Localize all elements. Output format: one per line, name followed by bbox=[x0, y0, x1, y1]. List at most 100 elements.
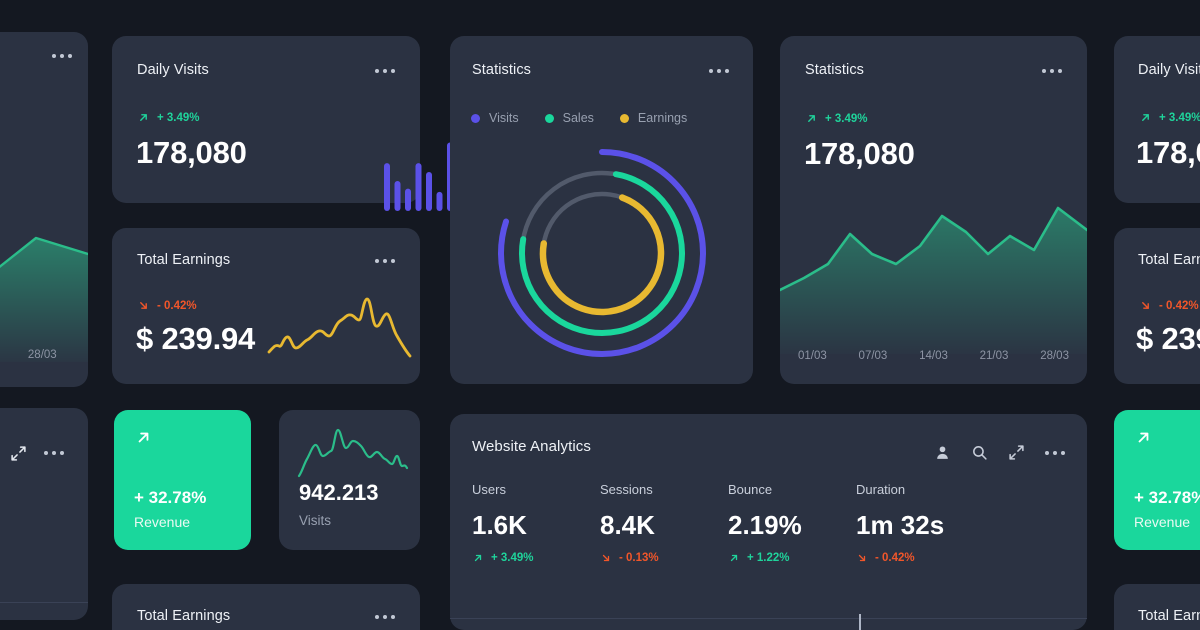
axis-tick: 01/03 bbox=[798, 350, 827, 362]
edge-right-daily-visits-card[interactable]: Daily Visit + 3.49% 178,0 bbox=[1114, 36, 1200, 203]
card-actions bbox=[934, 444, 1065, 461]
delta-value: + 3.49% bbox=[491, 552, 534, 564]
metric-value: 1m 32s bbox=[856, 510, 945, 540]
expand-icon[interactable] bbox=[1008, 444, 1025, 461]
metric-value: 8.4K bbox=[600, 510, 655, 540]
statistics-area-axis: 01/03 07/03 14/03 21/03 28/03 bbox=[780, 350, 1087, 362]
status-badge: - 0.13% bbox=[600, 552, 728, 564]
daily-visits-card[interactable]: Daily Visits + 3.49% 178,080 bbox=[112, 36, 516, 211]
legend-item-sales[interactable]: Sales bbox=[544, 111, 594, 125]
status-badge: + 3.49% bbox=[137, 111, 200, 124]
metric-duration: Duration 1m 32s - 0.42% bbox=[856, 482, 984, 564]
website-analytics-card[interactable]: Website Analytics Users 1.6K + 3.49% Ses… bbox=[450, 414, 1087, 630]
card-title: Total Earn bbox=[1138, 252, 1200, 268]
edge-left-statistics-card[interactable]: /03 28/03 bbox=[0, 32, 88, 387]
edge-right-total-earnings-card[interactable]: Total Earn - 0.42% $ 239 bbox=[1114, 228, 1200, 384]
card-title: Total Earnings bbox=[137, 252, 231, 268]
arrow-up-right-icon bbox=[140, 114, 147, 121]
delta-value: + 3.49% bbox=[157, 111, 200, 124]
edge-right-total-earnings-bottom-card[interactable]: Total Earn bbox=[1114, 584, 1200, 630]
chart-legend: Visits Sales Earnings bbox=[471, 111, 687, 125]
delta-value: + 3.49% bbox=[825, 112, 868, 125]
card-title: Website Analytics bbox=[472, 438, 591, 455]
legend-item-visits[interactable]: Visits bbox=[471, 111, 519, 125]
card-title: Daily Visits bbox=[137, 62, 209, 78]
delta-value: + 1.22% bbox=[747, 552, 790, 564]
chart-crosshair[interactable] bbox=[859, 614, 861, 630]
status-badge: - 0.42% bbox=[1139, 299, 1199, 312]
arrow-up-right-icon bbox=[730, 554, 738, 562]
metric-value: 178,080 bbox=[136, 135, 247, 170]
more-horizontal-icon[interactable] bbox=[709, 69, 729, 73]
delta-value: - 0.13% bbox=[619, 552, 659, 564]
legend-swatch-icon bbox=[471, 113, 480, 123]
delta-value: - 0.42% bbox=[875, 552, 915, 564]
revenue-tile[interactable]: + 32.78% Revenue bbox=[114, 410, 251, 550]
axis-tick: 07/03 bbox=[858, 350, 888, 362]
axis-tick: 14/03 bbox=[919, 350, 948, 362]
metric-value: 2.19% bbox=[728, 510, 802, 540]
metric-users: Users 1.6K + 3.49% bbox=[472, 482, 600, 564]
status-badge: - 0.42% bbox=[856, 552, 984, 564]
card-title: Statistics bbox=[805, 62, 865, 78]
delta-value: - 0.42% bbox=[1159, 299, 1199, 312]
more-horizontal-icon[interactable] bbox=[44, 451, 64, 455]
metric-value: 1.6K bbox=[472, 510, 527, 540]
axis-tick: 28/03 bbox=[1040, 350, 1069, 362]
visits-sparkline bbox=[297, 428, 409, 478]
metric-bounce: Bounce 2.19% + 1.22% bbox=[728, 482, 856, 564]
dashboard-canvas: /03 28/03 Daily Visits + 3.49% 178,080 bbox=[0, 0, 1200, 630]
more-horizontal-icon[interactable] bbox=[1042, 69, 1062, 73]
statistics-area-card[interactable]: Statistics + 3.49% 178,080 01/03 07/03 1… bbox=[780, 36, 1087, 384]
statistics-donut-chart bbox=[498, 149, 706, 357]
metric-sessions: Sessions 8.4K - 0.13% bbox=[600, 482, 728, 564]
arrow-down-right-icon bbox=[1142, 302, 1149, 309]
divider bbox=[450, 618, 1087, 619]
delta-value: - 0.42% bbox=[157, 299, 197, 312]
revenue-percent: + 32.78% bbox=[1134, 488, 1200, 507]
user-icon[interactable] bbox=[934, 444, 951, 461]
legend-swatch-icon bbox=[544, 113, 554, 123]
total-earnings-bottom-card[interactable]: Total Earnings bbox=[112, 584, 420, 630]
arrow-up-right-icon bbox=[808, 115, 815, 122]
legend-label: Earnings bbox=[637, 111, 688, 125]
arrow-down-right-icon bbox=[140, 302, 147, 309]
statistics-donut-card[interactable]: Statistics Visits Sales Earnings bbox=[450, 36, 753, 384]
status-badge: + 3.49% bbox=[805, 112, 868, 125]
edge-left-bottom-card[interactable] bbox=[0, 408, 88, 620]
axis-tick: 28/03 bbox=[27, 349, 57, 361]
legend-swatch-icon bbox=[619, 113, 629, 123]
revenue-label: Revenue bbox=[1134, 514, 1191, 530]
status-badge: + 1.22% bbox=[728, 552, 856, 564]
delta-value: + 3.49% bbox=[1159, 111, 1200, 124]
more-horizontal-icon[interactable] bbox=[375, 69, 395, 73]
edge-right-revenue-tile[interactable]: + 32.78% Revenue bbox=[1114, 410, 1200, 550]
metric-value: 178,0 bbox=[1136, 135, 1200, 170]
more-horizontal-icon[interactable] bbox=[1045, 450, 1065, 455]
more-horizontal-icon[interactable] bbox=[52, 54, 72, 58]
more-horizontal-icon[interactable] bbox=[375, 259, 395, 263]
axis-tick: 21/03 bbox=[979, 350, 1009, 362]
card-title: Statistics bbox=[472, 62, 532, 78]
status-badge: + 3.49% bbox=[472, 552, 600, 564]
total-earnings-card[interactable]: Total Earnings - 0.42% $ 239.94 bbox=[112, 228, 420, 384]
more-horizontal-icon[interactable] bbox=[375, 615, 395, 619]
revenue-label: Revenue bbox=[134, 514, 191, 530]
arrow-up-right-icon bbox=[1138, 432, 1149, 443]
total-earnings-line-chart bbox=[267, 297, 412, 358]
revenue-percent: + 32.78% bbox=[134, 488, 207, 507]
metric-label: Bounce bbox=[728, 482, 773, 497]
legend-item-earnings[interactable]: Earnings bbox=[619, 111, 688, 125]
expand-icon[interactable] bbox=[10, 445, 27, 462]
metric-label: Users bbox=[472, 482, 506, 497]
card-title: Daily Visit bbox=[1138, 62, 1200, 78]
card-title: Total Earn bbox=[1138, 608, 1200, 624]
metric-value: 178,080 bbox=[804, 136, 915, 171]
visits-tile[interactable]: 942.213 Visits bbox=[279, 410, 420, 550]
analytics-metrics: Users 1.6K + 3.49% Sessions 8.4K - 0.13% bbox=[472, 482, 984, 564]
metric-value: $ 239 bbox=[1136, 321, 1200, 356]
status-badge: + 3.49% bbox=[1139, 111, 1200, 124]
legend-label: Sales bbox=[562, 111, 594, 125]
arrow-down-right-icon bbox=[602, 554, 610, 562]
search-icon[interactable] bbox=[971, 444, 988, 461]
